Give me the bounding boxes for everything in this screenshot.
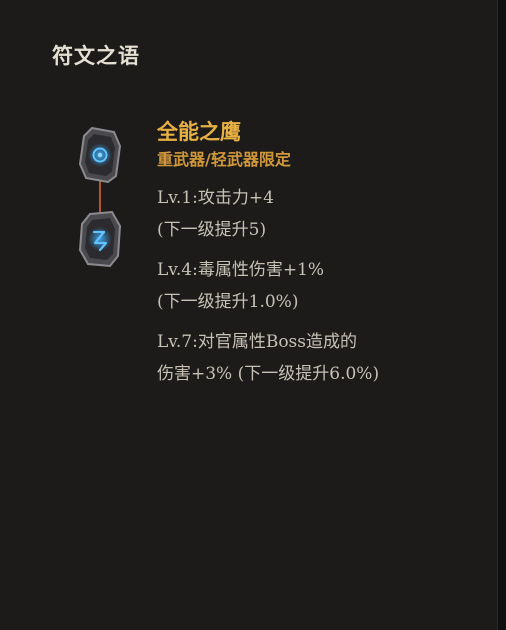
weapon-restriction: 重武器/轻武器限定 <box>157 150 291 169</box>
level-next-upgrade: 伤害+3% (下一级提升6.0%) <box>157 364 380 384</box>
level-effect: Lv.7:对官属性Boss造成的 伤害+3% (下一级提升6.0%) <box>157 326 487 390</box>
level-effect: Lv.1:攻击力+4 (下一级提升5) <box>157 182 487 246</box>
zigzag-rune-icon[interactable] <box>78 210 122 268</box>
level-effect-text: Lv.1:攻击力+4 <box>157 188 274 208</box>
section-title: 符文之语 <box>52 43 140 68</box>
runeword-name: 全能之鹰 <box>157 119 241 144</box>
level-next-upgrade: (下一级提升1.0%) <box>157 292 299 312</box>
circle-rune-icon[interactable] <box>78 126 122 184</box>
runeword-panel: 符文之语 全能之鹰 重武器/轻武器限定 Lv.1:攻击力+4 (下一级提升5) … <box>0 0 498 630</box>
runeword-details: 全能之鹰 重武器/轻武器限定 Lv.1:攻击力+4 (下一级提升5) Lv.4:… <box>157 118 487 390</box>
panel-edge <box>497 0 506 630</box>
rune-slots <box>72 124 128 284</box>
level-effect-text: Lv.4:毒属性伤害+1% <box>157 260 325 280</box>
level-effect: Lv.4:毒属性伤害+1% (下一级提升1.0%) <box>157 254 487 318</box>
level-effect-text: Lv.7:对官属性Boss造成的 <box>157 332 357 352</box>
level-next-upgrade: (下一级提升5) <box>157 220 267 240</box>
